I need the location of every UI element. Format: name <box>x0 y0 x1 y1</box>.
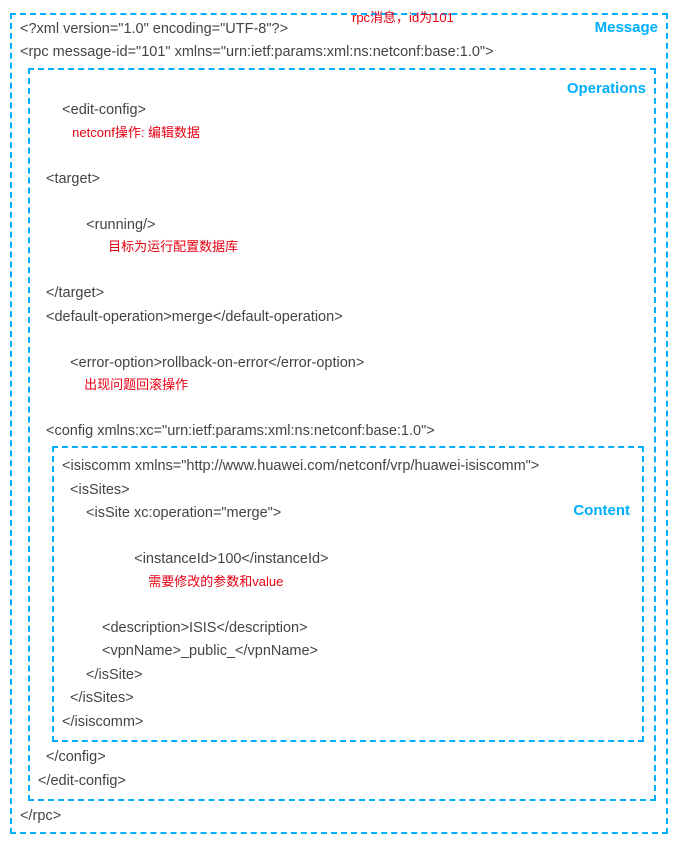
error-option-text: <error-option>rollback-on-error</error-o… <box>70 355 364 371</box>
xml-target-close: </target> <box>38 282 646 304</box>
xml-issite-open: <isSite xc:operation="merge"> <box>62 502 634 524</box>
xml-isiscomm-close: </isiscomm> <box>62 711 634 733</box>
xml-target-open: <target> <box>38 168 646 190</box>
xml-declaration: <?xml version="1.0" encoding="UTF-8"?> <box>20 18 658 40</box>
xml-config-open: <config xmlns:xc="urn:ietf:params:xml:ns… <box>38 420 646 442</box>
xml-isiscomm-open: <isiscomm xmlns="http://www.huawei.com/n… <box>62 455 634 477</box>
annotation-target: 目标为运行配置数据库 <box>108 239 238 254</box>
xml-error-option: <error-option>rollback-on-error</error-o… <box>38 329 646 419</box>
edit-config-text: <edit-config> <box>62 102 146 118</box>
xml-running: <running/> 目标为运行配置数据库 <box>38 191 646 281</box>
xml-instanceid: <instanceId>100</instanceId> 需要修改的参数和val… <box>62 526 634 616</box>
xml-edit-config-close: </edit-config> <box>38 770 646 792</box>
running-text: <running/> <box>86 217 155 233</box>
annotation-error: 出现问题回滚操作 <box>84 377 188 392</box>
xml-issite-close: </isSite> <box>62 664 634 686</box>
instanceid-text: <instanceId>100</instanceId> <box>134 551 328 567</box>
xml-issites-close: </isSites> <box>62 687 634 709</box>
xml-default-op: <default-operation>merge</default-operat… <box>38 306 646 328</box>
xml-issites-open: <isSites> <box>62 479 634 501</box>
xml-description: <description>ISIS</description> <box>62 617 634 639</box>
operations-box: Operations <edit-config> netconf操作: 编辑数据… <box>28 68 656 801</box>
xml-config-close: </config> <box>38 746 646 768</box>
content-box: Content <isiscomm xmlns="http://www.huaw… <box>52 446 644 742</box>
annotation-netconf: netconf操作: 编辑数据 <box>72 125 200 140</box>
xml-rpc-close: </rpc> <box>20 805 658 827</box>
xml-edit-config-open: <edit-config> netconf操作: 编辑数据 <box>38 77 646 167</box>
xml-rpc-open: <rpc message-id="101" xmlns="urn:ietf:pa… <box>20 41 658 63</box>
annotation-param: 需要修改的参数和value <box>148 574 283 589</box>
message-box: rpc消息，id为101 Message <?xml version="1.0"… <box>10 13 668 834</box>
xml-vpnname: <vpnName>_public_</vpnName> <box>62 640 634 662</box>
